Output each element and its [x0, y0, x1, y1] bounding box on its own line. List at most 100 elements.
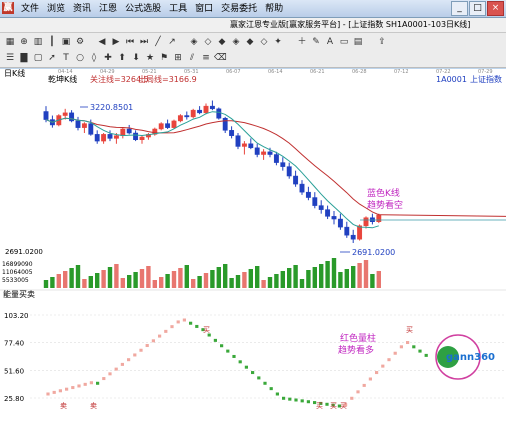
- osc-bar: [368, 377, 372, 381]
- osc-bar: [71, 386, 75, 390]
- flag-icon[interactable]: ⚑: [158, 52, 170, 64]
- eraser-icon[interactable]: ⌫: [214, 52, 227, 64]
- volume-bar: [203, 273, 209, 288]
- osc-bar: [182, 318, 186, 322]
- window-icon[interactable]: ▣: [60, 36, 72, 48]
- osc-bar: [226, 349, 230, 353]
- volume-bar: [287, 268, 292, 288]
- menu-info[interactable]: 资讯: [69, 3, 95, 15]
- circle-icon[interactable]: ○: [74, 52, 86, 64]
- diamond-icon[interactable]: ◊: [88, 52, 100, 64]
- menu-help[interactable]: 帮助: [261, 3, 287, 15]
- candle-body: [357, 225, 363, 240]
- candle-body: [241, 143, 247, 147]
- candle-body: [363, 217, 369, 227]
- next-icon[interactable]: ▶: [110, 36, 122, 48]
- close-button[interactable]: ×: [487, 1, 504, 16]
- grid-icon[interactable]: ▦: [4, 36, 16, 48]
- menu-file[interactable]: 文件: [17, 3, 43, 15]
- star-icon[interactable]: ★: [144, 52, 156, 64]
- measure-icon[interactable]: ⊞: [172, 52, 184, 64]
- volume-bar: [197, 276, 202, 288]
- bar-icon[interactable]: ▇: [18, 52, 30, 64]
- volume-bar: [376, 271, 381, 288]
- plus-icon[interactable]: ＋: [296, 36, 308, 48]
- osc-tick: 103.20: [4, 312, 29, 320]
- arrow-icon[interactable]: ➚: [46, 52, 58, 64]
- gann-star-icon[interactable]: ✦: [272, 36, 284, 48]
- candle-body: [203, 105, 209, 114]
- rect-icon[interactable]: ▢: [32, 52, 44, 64]
- osc-bar: [96, 381, 100, 385]
- prev-icon[interactable]: ◀: [96, 36, 108, 48]
- cursor-icon[interactable]: ↗: [166, 36, 178, 48]
- blue-note-line1: 蓝色K线: [367, 187, 400, 199]
- volume-bar: [159, 277, 164, 288]
- menu-window[interactable]: 窗口: [191, 3, 217, 15]
- gann-fan-icon[interactable]: ◈: [188, 36, 200, 48]
- osc-bar: [139, 348, 143, 352]
- volume-bar: [293, 265, 298, 288]
- gann-square-icon[interactable]: ◈: [230, 36, 242, 48]
- volume-bar: [223, 264, 228, 288]
- chart-icon[interactable]: ▥: [32, 36, 44, 48]
- candle-body: [235, 135, 241, 147]
- gann-circle-icon[interactable]: ◇: [258, 36, 270, 48]
- fib-icon[interactable]: ≡: [200, 52, 212, 64]
- save-icon[interactable]: ▤: [352, 36, 364, 48]
- indicator-name: 乾坤K线: [48, 74, 77, 84]
- osc-bar: [108, 372, 112, 376]
- menu-formula[interactable]: 公式选股: [121, 3, 165, 15]
- last-icon[interactable]: ⏭: [138, 36, 150, 48]
- minimize-button[interactable]: _: [451, 1, 468, 16]
- cross-icon[interactable]: ✚: [102, 52, 114, 64]
- chart-area[interactable]: 日K线 乾坤K线 关注线=3264.5 出局线=3166.9 1A0001 上证…: [0, 67, 506, 427]
- candle-body: [158, 123, 164, 130]
- osc-bar: [213, 338, 217, 342]
- maximize-button[interactable]: □: [469, 1, 486, 16]
- date-tick: 06-28: [352, 69, 367, 75]
- channel-icon[interactable]: ⫽: [186, 52, 198, 64]
- candle-body: [43, 111, 49, 120]
- candle-icon[interactable]: ┃: [46, 36, 58, 48]
- list-icon[interactable]: ☰: [4, 52, 16, 64]
- candle-body: [337, 218, 343, 228]
- osc-bar: [356, 390, 360, 394]
- date-tick: 05-31: [184, 69, 199, 75]
- text-icon[interactable]: A: [324, 36, 336, 48]
- osc-bar: [158, 334, 162, 338]
- high-label: 3220.8501: [90, 103, 133, 112]
- menu-browse[interactable]: 浏览: [43, 3, 69, 15]
- osc-bar: [52, 390, 56, 394]
- gann-angle-icon[interactable]: ◆: [244, 36, 256, 48]
- zoom-icon[interactable]: ⊕: [18, 36, 30, 48]
- volume-bar: [312, 267, 317, 288]
- osc-bar: [58, 389, 62, 393]
- volume-tick: 16899090: [2, 261, 33, 268]
- menu-gann[interactable]: 江恩: [95, 3, 121, 15]
- osc-bar: [151, 339, 155, 343]
- osc-bar: [77, 384, 81, 388]
- candle-body: [126, 128, 132, 134]
- menu-tools[interactable]: 工具: [165, 3, 191, 15]
- line-icon[interactable]: ╱: [152, 36, 164, 48]
- candle-body: [350, 234, 356, 240]
- osc-bar: [114, 367, 118, 371]
- candle-body: [94, 134, 100, 142]
- export-icon[interactable]: ⇪: [376, 36, 388, 48]
- first-icon[interactable]: ⏮: [124, 36, 136, 48]
- text-tool-icon[interactable]: T: [60, 52, 72, 64]
- osc-bar: [282, 396, 286, 400]
- volume-bar: [107, 267, 113, 288]
- settings-icon[interactable]: ⚙: [74, 36, 86, 48]
- up-arrow-icon[interactable]: ⬆: [116, 52, 128, 64]
- volume-bar: [69, 268, 74, 288]
- pencil-icon[interactable]: ✎: [310, 36, 322, 48]
- ruler-icon[interactable]: ▭: [338, 36, 350, 48]
- volume-bar: [229, 278, 234, 288]
- window-controls: _ □ ×: [450, 1, 504, 16]
- gann-grid-icon[interactable]: ◇: [202, 36, 214, 48]
- down-arrow-icon[interactable]: ⬇: [130, 52, 142, 64]
- menu-trade[interactable]: 交易委托: [217, 3, 261, 15]
- gann-box-icon[interactable]: ◆: [216, 36, 228, 48]
